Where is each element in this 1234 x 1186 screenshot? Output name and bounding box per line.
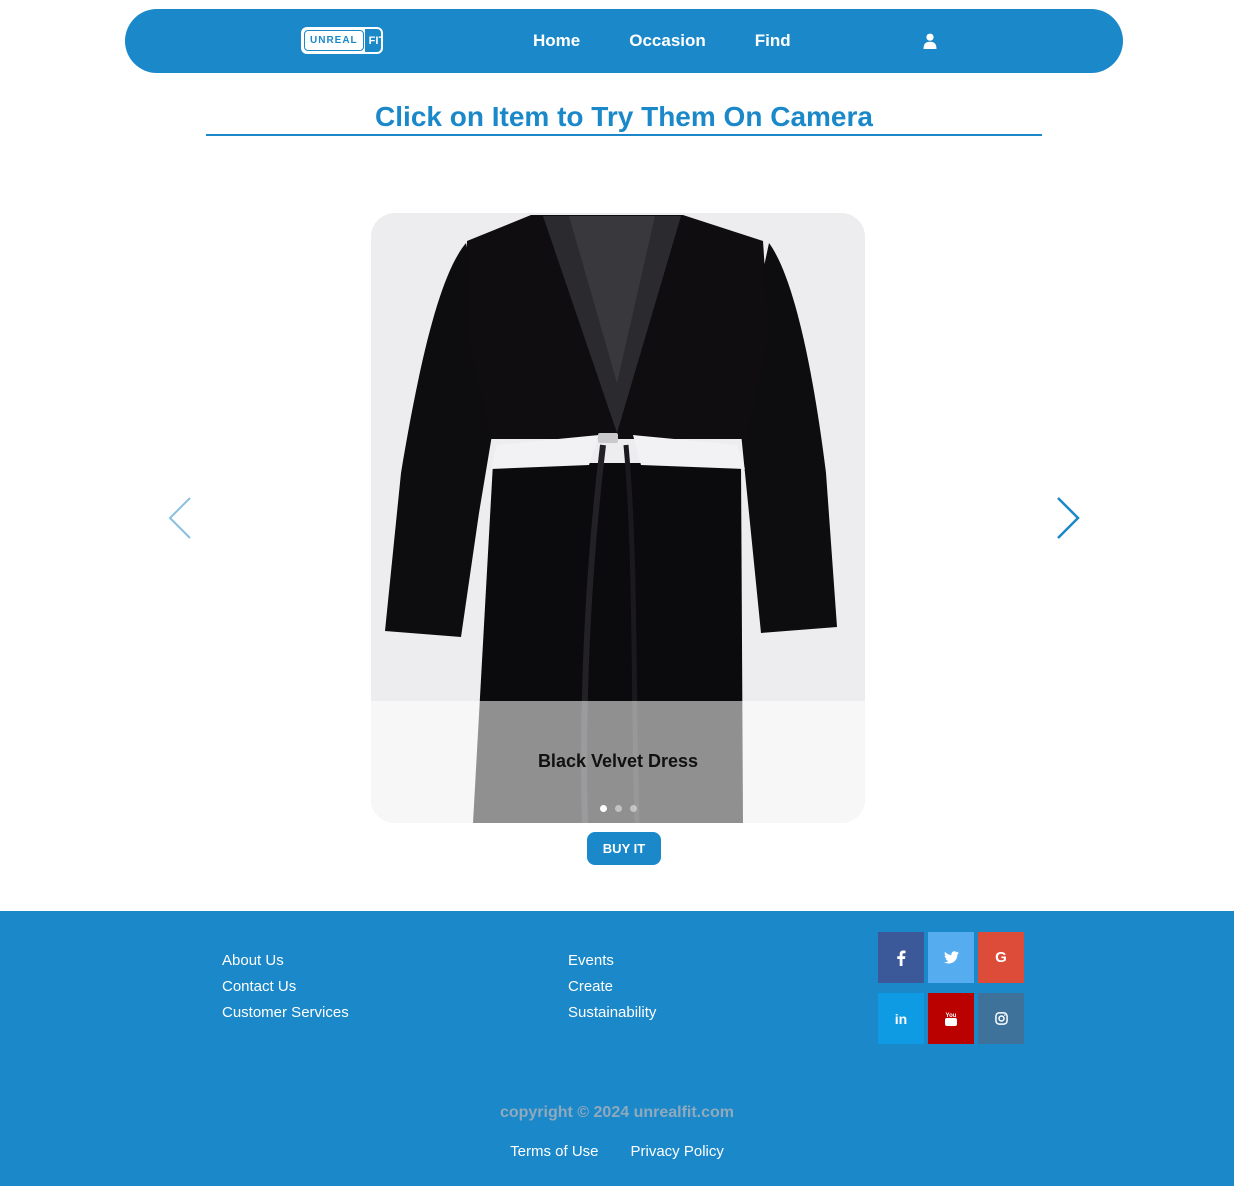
unrealfit-logo[interactable]: UNREAL FIT — [301, 27, 383, 54]
user-icon[interactable] — [923, 33, 937, 49]
nav-find-link[interactable]: Find — [755, 31, 791, 51]
terms-of-use-link[interactable]: Terms of Use — [510, 1143, 598, 1160]
contact-us-link[interactable]: Contact Us — [222, 977, 349, 1003]
events-link[interactable]: Events — [568, 951, 656, 977]
carousel-indicators — [371, 805, 865, 812]
logo-text-unreal: UNREAL — [304, 30, 364, 51]
logo-text-fit: FIT — [364, 29, 381, 52]
page-title: Click on Item to Try Them On Camera — [206, 100, 1042, 136]
privacy-policy-link[interactable]: Privacy Policy — [631, 1143, 724, 1160]
copyright-text: copyright © 2024 unrealfit.com — [499, 1104, 735, 1121]
footer-links-more: Events Create Sustainability — [568, 951, 656, 1029]
chevron-right-icon — [1057, 497, 1080, 539]
carousel-prev-button[interactable] — [166, 496, 194, 545]
instagram-icon — [994, 1012, 1008, 1025]
legal-links: Terms of Use Privacy Policy — [0, 1143, 1234, 1160]
sustainability-link[interactable]: Sustainability — [568, 1003, 656, 1029]
google-icon: G — [995, 949, 1007, 966]
facebook-button[interactable] — [878, 932, 924, 983]
buy-it-button[interactable]: BUY IT — [587, 832, 661, 865]
about-us-link[interactable]: About Us — [222, 951, 349, 977]
youtube-button[interactable]: You — [928, 993, 974, 1044]
logo-badge: UNREAL FIT — [301, 27, 383, 54]
google-button[interactable]: G — [978, 932, 1024, 983]
footer-links-company: About Us Contact Us Customer Services — [222, 951, 349, 1029]
nav-occasion-link[interactable]: Occasion — [629, 31, 706, 51]
create-link[interactable]: Create — [568, 977, 656, 1003]
facebook-icon — [897, 950, 906, 966]
slide-caption: Black Velvet Dress — [537, 751, 699, 771]
svg-text:You: You — [946, 1013, 957, 1019]
navbar: UNREAL FIT Home Occasion Find — [125, 9, 1123, 73]
footer: About Us Contact Us Customer Services Ev… — [0, 911, 1234, 1186]
chevron-left-icon — [168, 497, 191, 539]
carousel-next-button[interactable] — [1054, 496, 1082, 545]
youtube-icon: You — [945, 1013, 957, 1026]
main-nav: Home Occasion Find — [533, 9, 840, 73]
instagram-button[interactable] — [978, 993, 1024, 1044]
customer-services-link[interactable]: Customer Services — [222, 1003, 349, 1029]
carousel-dot-1[interactable] — [599, 805, 607, 812]
linkedin-icon: in — [894, 1010, 908, 1027]
twitter-button[interactable] — [928, 932, 974, 983]
product-carousel[interactable]: Black Velvet Dress — [371, 213, 865, 823]
twitter-icon — [943, 951, 959, 964]
linkedin-button[interactable]: in — [878, 993, 924, 1044]
nav-home-link[interactable]: Home — [533, 31, 580, 51]
carousel-dot-3[interactable] — [629, 805, 637, 812]
carousel-dot-2[interactable] — [614, 805, 622, 812]
